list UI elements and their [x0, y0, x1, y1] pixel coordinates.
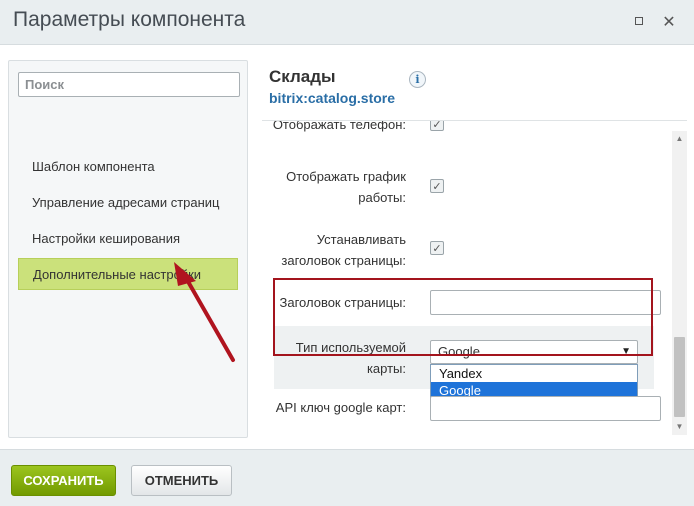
- page-title-label: Заголовок страницы:: [279, 295, 407, 310]
- sidebar-item-template[interactable]: Шаблон компонента: [18, 151, 238, 183]
- api-key-label: API ключ google карт:: [275, 400, 406, 415]
- show-schedule-label: Отображать график работы:: [286, 166, 406, 208]
- sidebar-item-caching[interactable]: Настройки кеширования: [18, 223, 238, 255]
- scroll-down-icon[interactable]: ▼: [672, 421, 687, 433]
- map-type-selected-value: Google: [438, 344, 480, 359]
- close-icon[interactable]: ✕: [661, 12, 677, 31]
- api-key-input[interactable]: [430, 396, 661, 421]
- map-type-label: Тип используемой карты:: [296, 337, 406, 379]
- show-phone-checkbox[interactable]: ✓: [430, 121, 444, 131]
- map-type-option-yandex[interactable]: Yandex: [431, 365, 637, 382]
- chevron-down-icon: ▼: [621, 346, 631, 357]
- params-panel: Отображать телефон: ✓ Отображать график …: [262, 120, 687, 441]
- show-phone-label: Отображать телефон:: [272, 120, 406, 132]
- page-title-input[interactable]: [430, 290, 661, 315]
- set-title-label: Устанавливать заголовок страницы:: [281, 229, 406, 271]
- sidebar: Шаблон компонента Управление адресами ст…: [8, 60, 248, 438]
- component-code: bitrix:catalog.store: [269, 90, 396, 106]
- scrollbar-thumb[interactable]: [674, 337, 685, 417]
- sidebar-item-url-management[interactable]: Управление адресами страниц: [18, 187, 238, 219]
- maximize-icon[interactable]: [631, 13, 647, 29]
- dialog-footer: СОХРАНИТЬ ОТМЕНИТЬ: [0, 449, 694, 506]
- set-title-checkbox[interactable]: ✓: [430, 241, 444, 255]
- map-type-label-line1: Тип используемой: [295, 340, 406, 355]
- info-icon[interactable]: i: [409, 71, 426, 88]
- component-title: Склады: [269, 67, 336, 86]
- show-schedule-label-line2: работы:: [358, 190, 406, 205]
- show-schedule-label-line1: Отображать график: [286, 169, 406, 184]
- window-title: Параметры компонента: [13, 8, 246, 31]
- title-bar: Параметры компонента ✕: [0, 0, 694, 44]
- show-schedule-checkbox[interactable]: ✓: [430, 179, 444, 193]
- dialog-content: Шаблон компонента Управление адресами ст…: [0, 44, 694, 450]
- sidebar-item-additional-settings[interactable]: Дополнительные настройки: [18, 258, 238, 290]
- map-type-label-line2: карты:: [366, 361, 406, 376]
- search-input[interactable]: [18, 72, 240, 97]
- save-button[interactable]: СОХРАНИТЬ: [11, 465, 116, 496]
- map-type-select[interactable]: Google ▼: [430, 340, 638, 364]
- set-title-label-line2: заголовок страницы:: [281, 253, 406, 268]
- cancel-button[interactable]: ОТМЕНИТЬ: [131, 465, 232, 496]
- set-title-label-line1: Устанавливать: [316, 232, 406, 247]
- params-scrollbar[interactable]: ▲ ▼: [672, 131, 687, 435]
- map-type-dropdown: Yandex Google: [430, 364, 638, 400]
- scroll-up-icon[interactable]: ▲: [672, 133, 687, 145]
